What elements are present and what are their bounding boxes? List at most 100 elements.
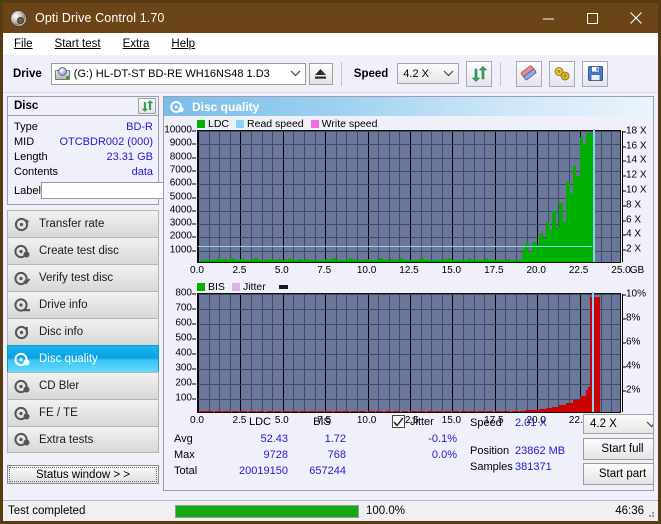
eject-button[interactable] (308, 62, 333, 85)
test-speed-value: 4.2 X (590, 418, 617, 430)
grid-line (261, 294, 263, 412)
speed-select-value: 4.2 X (403, 67, 429, 80)
grid-line (198, 369, 620, 370)
test-speed-select[interactable]: 4.2 X (583, 414, 653, 434)
grid-line (494, 294, 496, 412)
status-window-button[interactable]: Status window > > (7, 465, 159, 484)
grid-line (304, 131, 305, 262)
stats-total-ldc: 20019150 (239, 465, 288, 477)
speed-stat-value: 2.01 X (515, 417, 547, 429)
close-icon[interactable] (614, 3, 658, 33)
x-axis-tick: 17.5 (484, 265, 504, 276)
start-full-button[interactable]: Start full (583, 438, 653, 460)
disc-row-type: Type BD-R (14, 119, 153, 134)
grid-line (198, 171, 620, 172)
save-button[interactable] (582, 60, 609, 87)
grid-line (484, 131, 486, 262)
grid-line (516, 131, 517, 262)
sidebar-item-transfer-rate[interactable]: Transfer rate (7, 210, 159, 237)
jitter-checkbox[interactable] (392, 415, 405, 428)
grid-line (272, 294, 274, 412)
erase-button[interactable] (516, 60, 543, 87)
grid-line (420, 131, 422, 262)
grid-line (452, 294, 454, 412)
grid-line (229, 294, 231, 412)
grid-line (494, 131, 496, 262)
legend-label: Write speed (321, 117, 378, 130)
status-message: Test completed (8, 505, 86, 517)
maximize-icon[interactable] (570, 3, 614, 33)
grid-line (198, 158, 620, 159)
sidebar-item-label: Create test disc (39, 245, 119, 257)
speed-select[interactable]: 4.2 X (397, 63, 460, 84)
grid-line (600, 131, 602, 262)
grid-line (611, 131, 613, 262)
tools-button[interactable] (549, 60, 576, 87)
grid-line (314, 131, 316, 262)
stats-row-avg-label: Avg (174, 433, 193, 445)
grid-line (622, 294, 623, 412)
disc-row-key: Length (14, 150, 48, 163)
plot-area (197, 129, 623, 263)
grid-line (198, 211, 620, 212)
grid-line (198, 354, 620, 355)
resize-grip[interactable] (645, 508, 655, 518)
sidebar-item-create-test-disc[interactable]: Create test disc (7, 237, 159, 264)
y-axis-tick: 8000 (164, 152, 196, 163)
chevron-down-icon (646, 415, 653, 433)
stats-avg-bis: 1.72 (324, 433, 346, 445)
sidebar-item-label: Transfer rate (39, 218, 105, 230)
grid-line (208, 294, 210, 412)
sidebar-item-fe-te[interactable]: FE / TE (7, 399, 159, 426)
sidebar-item-verify-test-disc[interactable]: Verify test disc (7, 264, 159, 291)
y2-axis-tick: 12 X (622, 169, 647, 181)
menu-item-help[interactable]: Help (169, 36, 206, 52)
refresh-button[interactable] (466, 60, 493, 87)
disc-quality-icon (14, 352, 31, 367)
x-axis-tick: 10.0 (356, 265, 377, 276)
grid-line (335, 131, 337, 262)
y-axis-tick: 400 (164, 348, 196, 359)
grid-line (569, 294, 570, 412)
y2-axis-tick: 2 X (621, 243, 642, 255)
grid-line (505, 131, 507, 262)
window-title: Opti Drive Control 1.70 (35, 11, 165, 25)
y2-axis-tick: 10 X (622, 184, 647, 196)
minimize-icon[interactable] (526, 3, 570, 33)
drive-select[interactable]: (G:) HL-DT-ST BD-RE WH16NS48 1.D3 (50, 62, 306, 85)
y2-axis-tick: 4% (621, 360, 641, 372)
sidebar-item-drive-info[interactable]: Drive info (7, 291, 159, 318)
x-axis-tick: 2.5 (232, 265, 247, 276)
grid-line (198, 294, 620, 295)
legend-item-write-speed: Write speed (310, 117, 378, 130)
start-part-label: Start part (598, 468, 647, 480)
start-part-button[interactable]: Start part (583, 463, 653, 485)
grid-line (463, 131, 464, 262)
sidebar-item-disc-quality[interactable]: Disc quality (7, 345, 159, 372)
x-axis-label: GB (629, 265, 645, 276)
legend-item-jitter: Jitter (231, 281, 266, 293)
sidebar-item-cd-bler[interactable]: CD Bler (7, 372, 159, 399)
toolbar-divider-2 (500, 61, 502, 86)
y2-axis-tick: 4 X (621, 228, 642, 240)
disc-panel-header: Disc (8, 97, 158, 116)
y-axis-tick: 7000 (164, 165, 196, 176)
disc-row-key: Type (14, 120, 38, 133)
sidebar-item-extra-tests[interactable]: Extra tests (7, 426, 159, 453)
legend-marker (273, 284, 291, 289)
disc-refresh-button[interactable] (138, 98, 156, 114)
y2-axis-tick: 8 X (621, 199, 642, 211)
window-controls (526, 3, 658, 33)
y2-axis-tick: 16 X (622, 140, 647, 152)
menu-item-file[interactable]: File (12, 36, 44, 52)
grid-line (526, 294, 528, 412)
drive-icon (54, 66, 70, 81)
grid-line (198, 339, 620, 340)
grid-line (473, 294, 475, 412)
disc-create-icon (14, 244, 31, 259)
menu-item-start-test[interactable]: Start test (53, 36, 112, 52)
sidebar-item-disc-info[interactable]: Disc info (7, 318, 159, 345)
position-stat-value: 23862 MB (515, 445, 566, 457)
menu-item-extra[interactable]: Extra (121, 36, 161, 52)
grid-line (484, 294, 486, 412)
